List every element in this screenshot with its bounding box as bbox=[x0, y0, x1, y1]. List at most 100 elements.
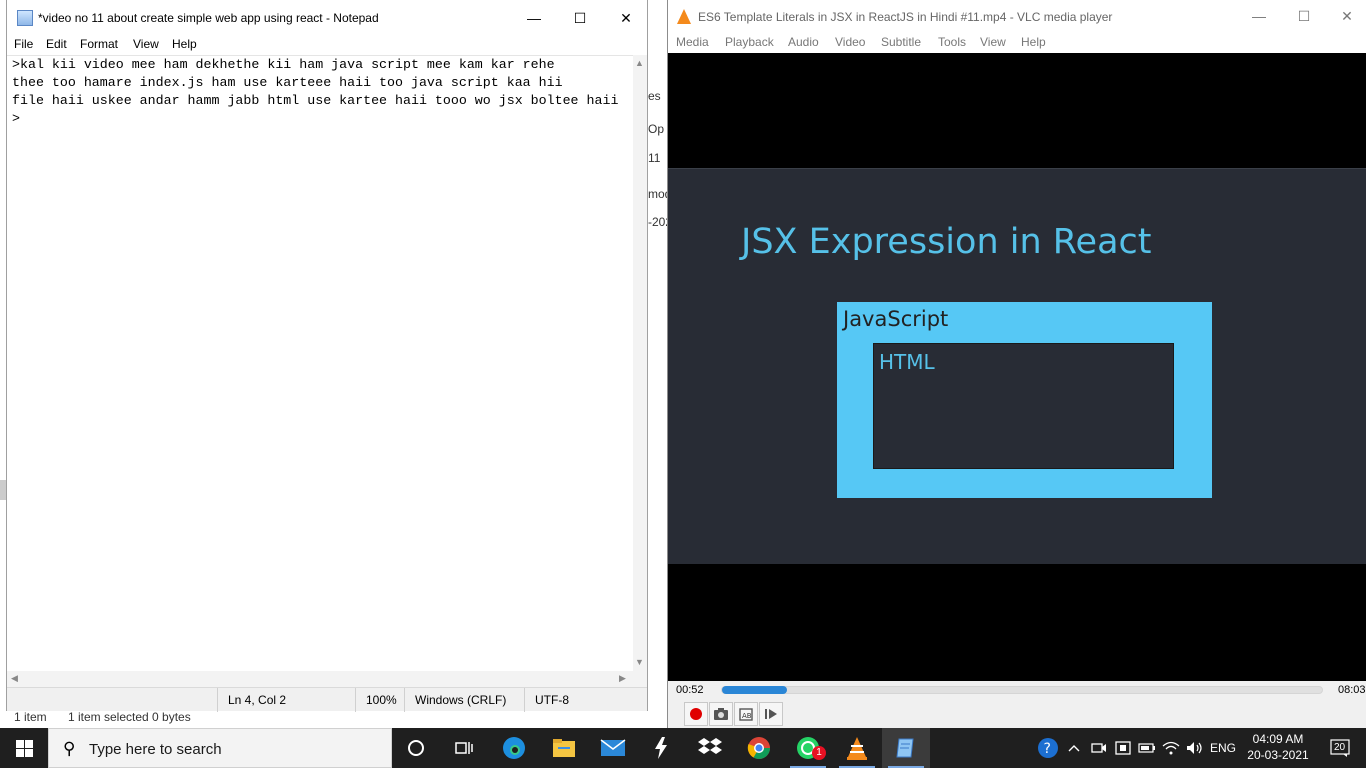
notepad-maximize-button[interactable]: ☐ bbox=[557, 0, 603, 36]
whatsapp-icon[interactable]: 1 bbox=[784, 728, 832, 768]
notepad-horizontal-scrollbar[interactable]: ◀ ▶ bbox=[7, 671, 633, 687]
clock[interactable]: 04:09 AM 20-03-2021 bbox=[1238, 731, 1318, 763]
chevron-up-icon[interactable] bbox=[1064, 728, 1084, 768]
peek-fragment: mod bbox=[648, 187, 668, 201]
taskbar: ⚲ Type here to search 1 ? ENG 04:09 AM 2… bbox=[0, 728, 1366, 768]
windows-logo-icon bbox=[15, 739, 33, 757]
vlc-menu-audio[interactable]: Audio bbox=[788, 35, 819, 49]
peek-fragment: 11 bbox=[648, 151, 661, 165]
meet-now-icon[interactable] bbox=[1088, 728, 1110, 768]
notepad-text-area[interactable]: >kal kii video mee ham dekhethe kii ham … bbox=[7, 55, 633, 671]
notepad-app-icon bbox=[17, 10, 33, 26]
vlc-menu-media[interactable]: Media bbox=[676, 35, 709, 49]
scroll-right-icon[interactable]: ▶ bbox=[619, 673, 626, 684]
peek-fragment: Op bbox=[648, 122, 665, 136]
scroll-left-icon[interactable]: ◀ bbox=[11, 673, 18, 684]
vlc-title-bar[interactable]: ES6 Template Literals in JSX in ReactJS … bbox=[668, 0, 1366, 32]
notepad-window-title: *video no 11 about create simple web app… bbox=[38, 11, 379, 25]
peek-fragment: es bbox=[648, 89, 661, 103]
notification-center-button[interactable]: 20 bbox=[1320, 728, 1360, 768]
scroll-up-icon[interactable]: ▲ bbox=[635, 58, 644, 68]
vlc-menu-video[interactable]: Video bbox=[835, 35, 865, 49]
html-label: HTML bbox=[879, 350, 935, 374]
loop-ab-icon: AB bbox=[739, 708, 753, 721]
volume-icon[interactable] bbox=[1184, 728, 1206, 768]
video-slide: JSX Expression in React JavaScript HTML bbox=[668, 168, 1366, 564]
taskbar-search-box[interactable]: ⚲ Type here to search bbox=[48, 728, 392, 768]
notepad-icon[interactable] bbox=[882, 728, 930, 768]
svg-text:AB: AB bbox=[742, 712, 752, 720]
menu-view[interactable]: View bbox=[133, 36, 159, 52]
snapshot-button[interactable] bbox=[709, 702, 733, 726]
wifi-icon[interactable] bbox=[1160, 728, 1182, 768]
background-window-peek: es Op 11 mod -202 bbox=[646, 53, 668, 243]
html-box: HTML bbox=[873, 343, 1174, 469]
clock-date: 20-03-2021 bbox=[1247, 748, 1309, 762]
vlc-menu-tools[interactable]: Tools bbox=[938, 35, 966, 49]
start-button[interactable] bbox=[0, 728, 48, 768]
seek-progress bbox=[722, 686, 787, 694]
clock-time: 04:09 AM bbox=[1252, 732, 1304, 746]
vlc-menu-bar: Media Playback Audio Video Subtitle Tool… bbox=[668, 32, 1366, 53]
vlc-menu-playback[interactable]: Playback bbox=[725, 35, 774, 49]
menu-file[interactable]: File bbox=[14, 36, 33, 52]
menu-edit[interactable]: Edit bbox=[46, 36, 67, 52]
peek-fragment: -202 bbox=[648, 215, 668, 229]
slide-title: JSX Expression in React bbox=[741, 222, 1152, 262]
cortana-icon[interactable] bbox=[392, 728, 440, 768]
total-time[interactable]: 08:03 bbox=[1338, 684, 1366, 696]
dropbox-icon[interactable] bbox=[686, 728, 734, 768]
notepad-resize-grip[interactable] bbox=[633, 671, 647, 687]
scroll-down-icon[interactable]: ▼ bbox=[635, 657, 644, 667]
vlc-maximize-button[interactable]: ☐ bbox=[1281, 0, 1327, 32]
task-view-icon[interactable] bbox=[440, 728, 488, 768]
vlc-minimize-button[interactable]: — bbox=[1236, 0, 1282, 32]
menu-help[interactable]: Help bbox=[172, 36, 197, 52]
vlc-menu-view[interactable]: View bbox=[980, 35, 1006, 49]
line-ending: Windows (CRLF) bbox=[404, 688, 524, 712]
record-button[interactable] bbox=[684, 702, 708, 726]
snapshot-icon bbox=[714, 708, 728, 720]
elapsed-time: 00:52 bbox=[676, 684, 704, 696]
notepad-menu-bar: File Edit Format View Help bbox=[7, 36, 647, 54]
whatsapp-badge: 1 bbox=[812, 746, 826, 760]
notepad-title-bar[interactable]: *video no 11 about create simple web app… bbox=[7, 0, 647, 36]
vlc-close-button[interactable]: ✕ bbox=[1324, 0, 1366, 32]
seek-slider[interactable] bbox=[721, 686, 1323, 694]
vlc-cone-icon bbox=[677, 9, 691, 24]
javascript-label: JavaScript bbox=[843, 307, 949, 331]
javascript-box: JavaScript HTML bbox=[837, 302, 1212, 498]
zoom-level: 100% bbox=[355, 688, 405, 712]
encoding: UTF-8 bbox=[524, 688, 624, 712]
seek-bar-area: 00:52 08:03 bbox=[668, 681, 1366, 700]
file-explorer-icon[interactable] bbox=[540, 728, 588, 768]
vlc-window: ES6 Template Literals in JSX in ReactJS … bbox=[667, 0, 1366, 728]
battery-icon[interactable] bbox=[1136, 728, 1158, 768]
cursor-position: Ln 4, Col 2 bbox=[217, 688, 345, 712]
screen-capture-icon[interactable] bbox=[1112, 728, 1134, 768]
vlc-controls: AB bbox=[668, 700, 1366, 728]
help-icon[interactable]: ? bbox=[1034, 728, 1062, 768]
search-icon: ⚲ bbox=[63, 739, 76, 758]
menu-format[interactable]: Format bbox=[80, 36, 118, 52]
vlc-menu-help[interactable]: Help bbox=[1021, 35, 1046, 49]
record-icon bbox=[690, 708, 702, 720]
chrome-icon[interactable] bbox=[735, 728, 783, 768]
edge-icon[interactable] bbox=[490, 728, 538, 768]
notepad-vertical-scrollbar[interactable]: ▲ ▼ bbox=[633, 55, 647, 671]
notepad-status-bar: Ln 4, Col 2 100% Windows (CRLF) UTF-8 bbox=[7, 687, 647, 712]
notepad-window: *video no 11 about create simple web app… bbox=[6, 0, 648, 712]
loop-ab-button[interactable]: AB bbox=[734, 702, 758, 726]
language-indicator[interactable]: ENG bbox=[1208, 728, 1238, 768]
svg-text:?: ? bbox=[1044, 741, 1051, 757]
search-placeholder: Type here to search bbox=[89, 741, 222, 758]
mail-icon[interactable] bbox=[589, 728, 637, 768]
video-viewport[interactable]: JSX Expression in React JavaScript HTML bbox=[668, 53, 1366, 681]
frame-step-button[interactable] bbox=[759, 702, 783, 726]
winamp-icon[interactable] bbox=[637, 728, 685, 768]
frame-step-icon bbox=[765, 709, 777, 719]
vlc-menu-subtitle[interactable]: Subtitle bbox=[881, 35, 921, 49]
vlc-icon[interactable] bbox=[833, 728, 881, 768]
notepad-close-button[interactable]: ✕ bbox=[603, 0, 649, 36]
notepad-minimize-button[interactable]: — bbox=[511, 0, 557, 36]
